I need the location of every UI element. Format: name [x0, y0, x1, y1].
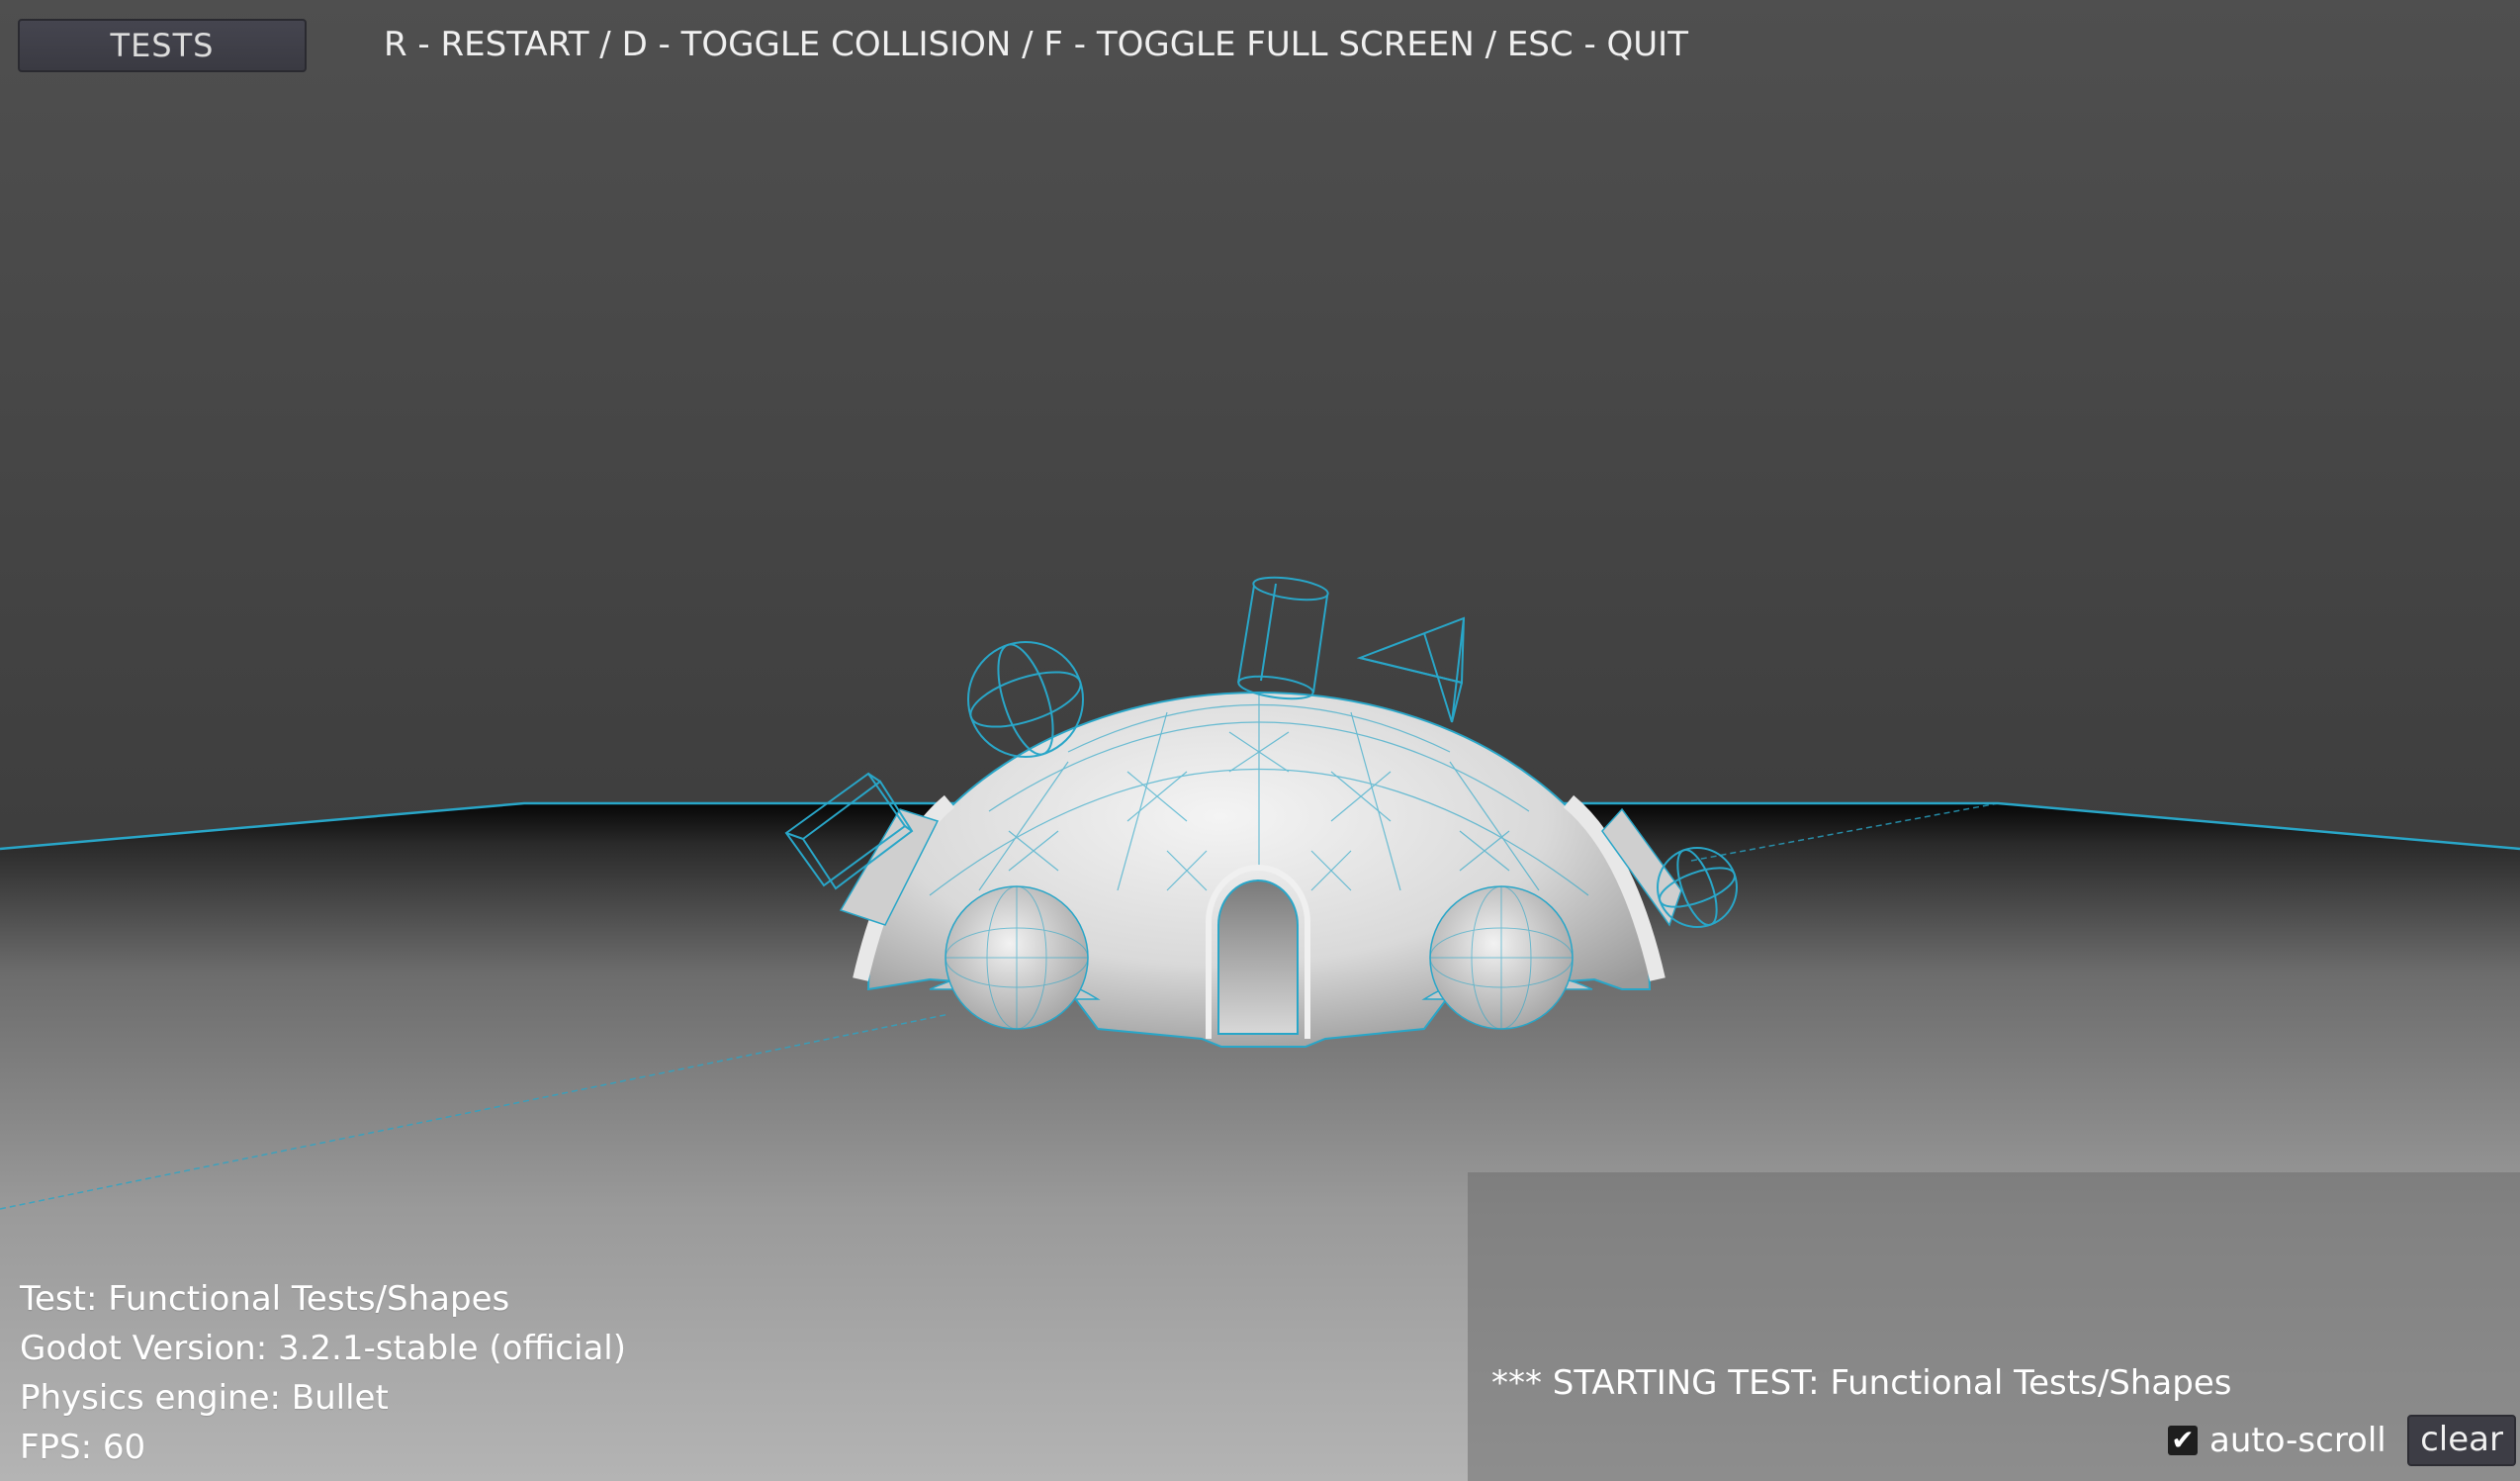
hotkeys-help-text: R - RESTART / D - TOGGLE COLLISION / F -… — [384, 25, 1688, 64]
autoscroll-label: auto-scroll — [2209, 1421, 2386, 1460]
test-name-label: Test: Functional Tests/Shapes — [20, 1279, 510, 1319]
physics-engine-label: Physics engine: Bullet — [20, 1378, 389, 1418]
fps-label: FPS: 60 — [20, 1428, 146, 1467]
log-panel: *** STARTING TEST: Functional Tests/Shap… — [1468, 1172, 2520, 1481]
godot-version-label: Godot Version: 3.2.1-stable (official) — [20, 1329, 626, 1368]
info-panel: Test: Functional Tests/Shapes Godot Vers… — [20, 1274, 626, 1472]
autoscroll-checkbox[interactable]: ✔ — [2168, 1426, 2198, 1455]
sphere-right — [1429, 885, 1574, 1030]
tests-menu-button[interactable]: TESTS — [18, 19, 307, 72]
sphere-left — [945, 885, 1089, 1030]
game-viewport: TESTS R - RESTART / D - TOGGLE COLLISION… — [0, 0, 2520, 1481]
log-line: *** STARTING TEST: Functional Tests/Shap… — [1491, 1363, 2232, 1403]
clear-log-button[interactable]: clear — [2407, 1415, 2516, 1466]
autoscroll-toggle[interactable]: ✔ auto-scroll — [2168, 1418, 2386, 1463]
